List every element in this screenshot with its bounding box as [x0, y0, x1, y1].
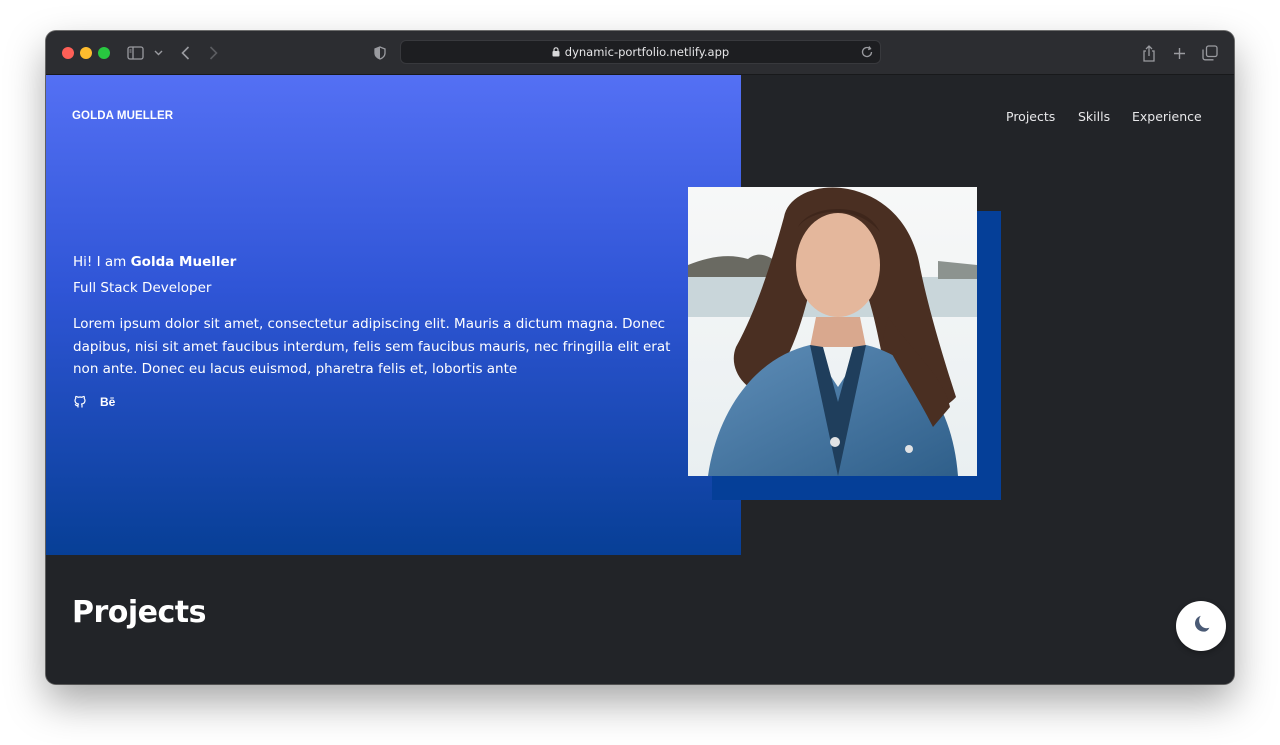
moon-icon — [1190, 613, 1212, 639]
share-icon[interactable] — [1141, 43, 1157, 63]
github-icon[interactable] — [73, 395, 87, 409]
chevron-down-icon[interactable] — [152, 43, 164, 63]
hero-role: Full Stack Developer — [73, 280, 212, 296]
tab-overview-icon[interactable] — [1201, 43, 1219, 63]
hero-name: Golda Mueller — [130, 254, 237, 270]
hero-bio: Lorem ipsum dolor sit amet, consectetur … — [73, 316, 671, 377]
back-icon[interactable] — [177, 43, 193, 63]
nav-skills[interactable]: Skills — [1078, 109, 1110, 124]
privacy-shield-icon[interactable] — [372, 43, 388, 63]
reload-icon[interactable] — [860, 45, 874, 59]
nav-experience[interactable]: Experience — [1132, 109, 1202, 124]
new-tab-icon[interactable] — [1171, 43, 1187, 63]
greeting-prefix: Hi! I am — [73, 254, 131, 270]
site-brand[interactable]: GOLDA MUELLER — [72, 110, 173, 122]
address-bar[interactable]: dynamic-portfolio.netlify.app — [400, 40, 881, 64]
url-text: dynamic-portfolio.netlify.app — [564, 45, 730, 59]
behance-icon[interactable]: Bē — [100, 395, 115, 409]
nav-projects[interactable]: Projects — [1006, 109, 1055, 124]
browser-toolbar: dynamic-portfolio.netlify.app — [46, 31, 1234, 75]
lock-icon — [552, 47, 560, 57]
minimize-window-button[interactable] — [80, 47, 92, 59]
dark-mode-toggle[interactable] — [1176, 601, 1226, 651]
projects-heading: Projects — [72, 595, 207, 630]
close-window-button[interactable] — [62, 47, 74, 59]
profile-photo — [688, 187, 977, 476]
browser-window: dynamic-portfolio.netlify.app GOLDA MUEL… — [46, 31, 1234, 684]
maximize-window-button[interactable] — [98, 47, 110, 59]
portfolio-page: GOLDA MUELLER Projects Skills Experience… — [46, 75, 1234, 684]
sidebar-toggle-icon[interactable] — [126, 43, 144, 63]
social-links: Bē — [73, 395, 115, 409]
hero-greeting: Hi! I am Golda Mueller — [73, 254, 236, 270]
forward-icon[interactable] — [205, 43, 221, 63]
